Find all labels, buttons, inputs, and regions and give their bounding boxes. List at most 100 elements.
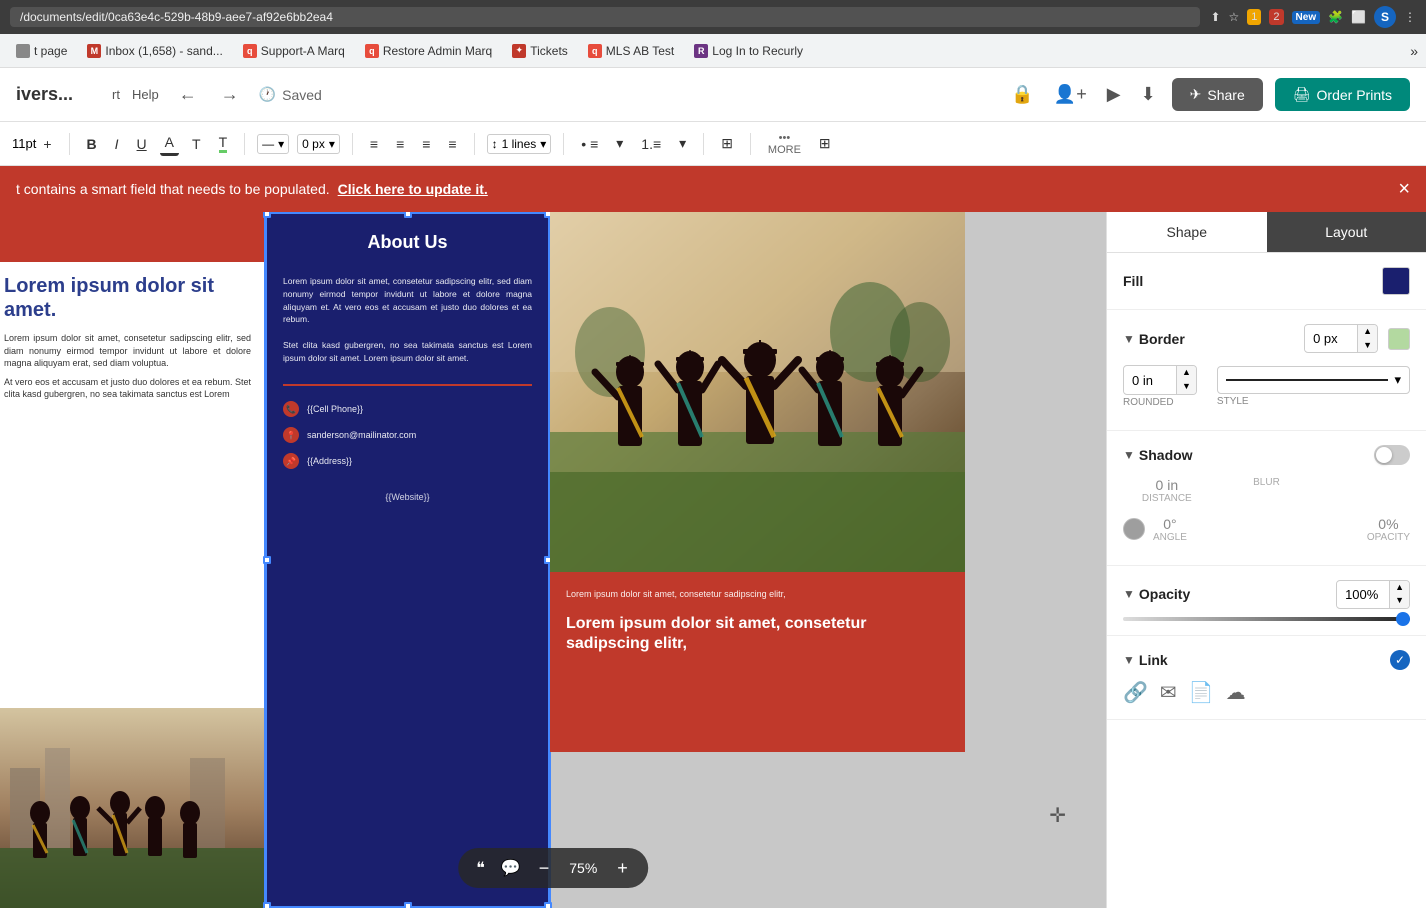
sidebar-icon: ⬜ xyxy=(1351,10,1366,24)
border-style-select[interactable]: ▾ xyxy=(1217,366,1410,394)
underline-button[interactable]: U xyxy=(132,133,152,155)
zoom-out-button[interactable]: − xyxy=(533,856,556,881)
toolbar: 11pt + B I U A T T — ▾ 0 px ▾ ≡ ≡ ≡ ≡ ↕ … xyxy=(0,122,1426,166)
border-rounded-down[interactable]: ▼ xyxy=(1177,380,1196,394)
undo-button[interactable]: ← xyxy=(175,80,201,109)
bookmark-t-page[interactable]: t page xyxy=(8,41,75,61)
bullets-more-button[interactable]: ▾ xyxy=(611,132,628,155)
nav-item-rt[interactable]: rt xyxy=(112,87,120,102)
lock-button[interactable]: 🔒 xyxy=(1007,80,1037,109)
redo-button[interactable]: → xyxy=(217,80,243,109)
link-cloud-icon[interactable]: ☁ xyxy=(1226,680,1246,705)
center-divider xyxy=(283,384,532,386)
border-px-down[interactable]: ▼ xyxy=(1358,339,1377,353)
bookmark-support[interactable]: q Support-A Marq xyxy=(235,41,353,61)
border-style-select[interactable]: — ▾ xyxy=(257,134,289,154)
banner-update-link[interactable]: Click here to update it. xyxy=(338,181,488,197)
fill-color-swatch[interactable] xyxy=(1382,267,1410,295)
browser-url[interactable]: /documents/edit/0ca63e4c-529b-48b9-aee7-… xyxy=(10,7,1200,27)
align-right-button[interactable]: ≡ xyxy=(417,133,435,155)
border-rounded-up[interactable]: ▲ xyxy=(1177,366,1196,380)
handle-bc[interactable] xyxy=(404,902,412,908)
opacity-collapse-arrow: ▼ xyxy=(1123,587,1135,601)
order-prints-button[interactable]: 🖨 Order Prints xyxy=(1275,78,1410,111)
extension-icon-2: 2 xyxy=(1269,9,1283,25)
opacity-up[interactable]: ▲ xyxy=(1390,581,1409,595)
border-collapse-arrow: ▼ xyxy=(1123,332,1135,346)
browser-bar: /documents/edit/0ca63e4c-529b-48b9-aee7-… xyxy=(0,0,1426,34)
shadow-header[interactable]: ▼ Shadow xyxy=(1123,447,1374,463)
preview-button[interactable]: ▶ xyxy=(1103,80,1125,109)
table-button[interactable]: ⊞ xyxy=(716,132,738,155)
border-style-group: ▾ STYLE xyxy=(1217,366,1410,407)
handle-ml[interactable] xyxy=(263,556,271,564)
border-px-value[interactable] xyxy=(1305,326,1357,351)
banner-close-button[interactable]: × xyxy=(1398,178,1410,201)
bookmark-mls[interactable]: q MLS AB Test xyxy=(580,41,682,61)
opacity-header[interactable]: ▼ Opacity xyxy=(1123,586,1190,602)
fill-row: Fill xyxy=(1123,267,1410,295)
shadow-grid: 0 in DISTANCE BLUR xyxy=(1123,477,1410,504)
bookmark-gmail[interactable]: M Inbox (1,658) - sand... xyxy=(79,41,230,61)
highlight-button[interactable]: T xyxy=(214,131,233,156)
link-header[interactable]: ▼ Link xyxy=(1123,652,1168,668)
border-color-swatch[interactable] xyxy=(1388,328,1410,350)
opacity-input[interactable]: ▲ ▼ xyxy=(1336,580,1410,609)
line-height-select[interactable]: ↕ 1 lines ▾ xyxy=(487,134,552,154)
border-header[interactable]: ▼ Border ▲ ▼ xyxy=(1123,324,1410,353)
link-url-icon[interactable]: 🔗 xyxy=(1123,680,1148,705)
opacity-slider-track[interactable] xyxy=(1123,617,1410,621)
right-graduation-photo xyxy=(550,212,965,572)
link-doc-icon[interactable]: 📄 xyxy=(1189,680,1214,705)
tab-shape[interactable]: Shape xyxy=(1107,212,1267,252)
more-button[interactable]: ••• MORE xyxy=(763,129,806,159)
saved-button[interactable]: 🕐 Saved xyxy=(259,86,322,103)
numbering-more-button[interactable]: ▾ xyxy=(674,132,691,155)
shadow-color-dot[interactable] xyxy=(1123,518,1145,540)
opacity-down[interactable]: ▼ xyxy=(1390,594,1409,608)
text-bg-button[interactable]: T xyxy=(187,133,206,155)
border-px-input[interactable]: ▲ ▼ xyxy=(1304,324,1378,353)
border-rounded-value[interactable] xyxy=(1124,368,1176,393)
bookmark-tickets[interactable]: ✦ Tickets xyxy=(504,41,576,61)
quote-button[interactable]: ❝ xyxy=(472,854,489,882)
align-center-button[interactable]: ≡ xyxy=(391,133,409,155)
border-px-select[interactable]: 0 px ▾ xyxy=(297,134,340,154)
download-button[interactable]: ⬇ xyxy=(1137,80,1160,109)
align-left-button[interactable]: ≡ xyxy=(365,133,383,155)
sep-5 xyxy=(563,133,564,155)
address-icon: 📌 xyxy=(283,453,299,469)
align-justify-button[interactable]: ≡ xyxy=(443,133,461,155)
tab-layout[interactable]: Layout xyxy=(1267,212,1426,252)
link-email-icon[interactable]: ✉ xyxy=(1160,680,1177,705)
font-color-button[interactable]: A xyxy=(160,131,179,156)
shadow-distance-value: 0 in xyxy=(1156,477,1179,493)
handle-tc[interactable] xyxy=(404,212,412,218)
nav-item-help[interactable]: Help xyxy=(132,87,159,102)
bookmarks-overflow[interactable]: » xyxy=(1410,43,1418,59)
app-logo: ivers... xyxy=(16,84,96,105)
font-size-increase[interactable]: + xyxy=(38,133,56,155)
opacity-value[interactable] xyxy=(1337,582,1389,607)
border-px-up[interactable]: ▲ xyxy=(1358,325,1377,339)
shadow-toggle[interactable] xyxy=(1374,445,1410,465)
zoom-in-button[interactable]: + xyxy=(611,856,634,881)
share-button[interactable]: ✈ Share xyxy=(1172,78,1263,111)
page-center[interactable]: About Us Lorem ipsum dolor sit amet, con… xyxy=(265,212,550,908)
numbering-button[interactable]: 1.≡ xyxy=(636,133,666,155)
grid-view-button[interactable]: ⊞ xyxy=(814,132,836,155)
handle-bl[interactable] xyxy=(263,902,271,908)
italic-button[interactable]: I xyxy=(110,133,124,155)
bold-button[interactable]: B xyxy=(82,133,102,155)
bullets-button[interactable]: • ≡ xyxy=(576,133,603,155)
menu-icon[interactable]: ⋮ xyxy=(1404,10,1416,24)
bookmark-recurly[interactable]: R Log In to Recurly xyxy=(686,41,811,61)
opacity-slider-knob[interactable] xyxy=(1396,612,1410,626)
canvas-area[interactable]: Lorem ipsum dolor sit amet. Lorem ipsum … xyxy=(0,212,1106,908)
chat-button[interactable]: 💬 xyxy=(497,854,525,882)
bookmark-restore[interactable]: q Restore Admin Marq xyxy=(357,41,500,61)
handle-tl[interactable] xyxy=(263,212,271,218)
smart-field-banner: t contains a smart field that needs to b… xyxy=(0,166,1426,212)
border-rounded-input[interactable]: ▲ ▼ xyxy=(1123,365,1197,394)
add-user-button[interactable]: 👤+ xyxy=(1050,80,1091,109)
